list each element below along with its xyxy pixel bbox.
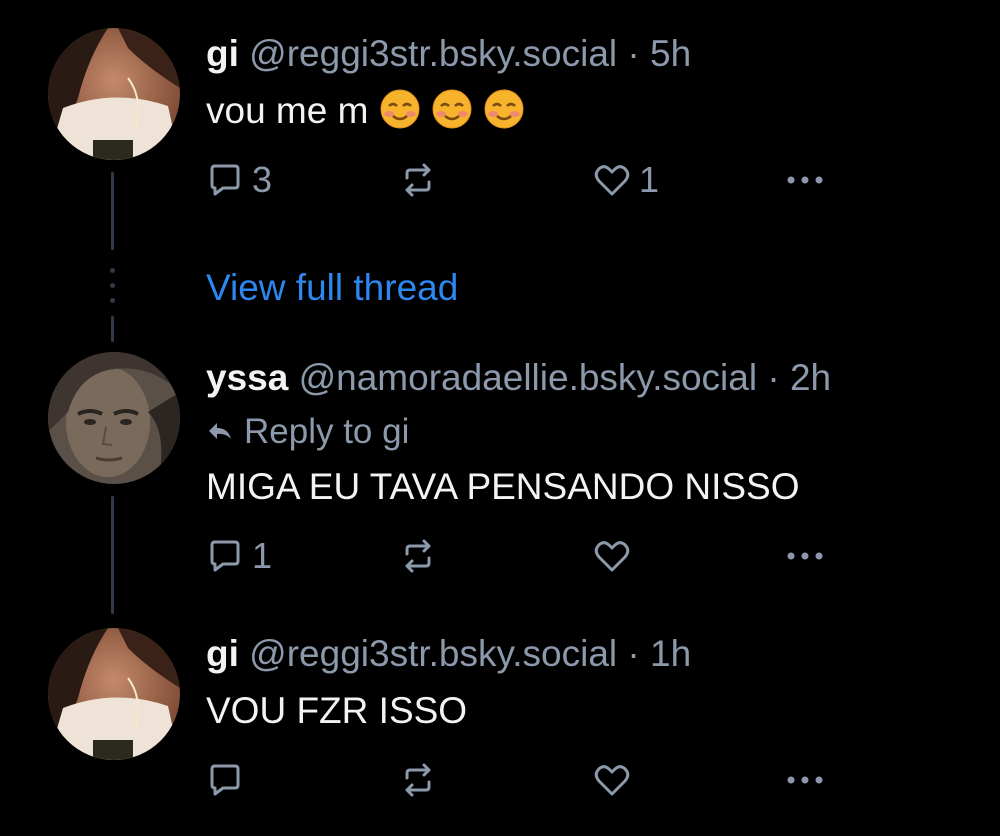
reply-arrow-icon [206, 410, 234, 454]
author-handle[interactable]: @namoradaellie.bsky.social [299, 357, 757, 398]
repost-icon [399, 161, 437, 199]
view-full-thread-link[interactable]: View full thread [206, 266, 458, 310]
post-text: VOU FZR ISSO [206, 690, 468, 731]
avatar[interactable] [48, 352, 180, 484]
more-icon [784, 161, 826, 199]
repost-button[interactable] [399, 534, 445, 578]
post-header: gi @reggi3str.bsky.social · 1h [206, 632, 691, 676]
post-time[interactable]: 5h [650, 33, 691, 74]
author-name[interactable]: yssa [206, 357, 288, 398]
separator: · [627, 633, 640, 674]
reply-button[interactable] [206, 758, 252, 802]
repost-icon [399, 761, 437, 799]
repost-button[interactable] [399, 758, 445, 802]
separator: · [767, 357, 780, 398]
like-count: 1 [639, 159, 660, 200]
reply-icon [206, 161, 244, 199]
post-text-content: vou me m [206, 90, 369, 131]
post-actions: 3 1 [206, 158, 826, 202]
reply-count: 1 [252, 535, 273, 576]
author-handle[interactable]: @reggi3str.bsky.social [249, 33, 617, 74]
more-icon [784, 537, 826, 575]
more-button[interactable] [784, 158, 826, 202]
reply-to-text: Reply to gi [244, 412, 410, 451]
smiling-face-emoji [432, 89, 472, 129]
like-button[interactable]: 1 [593, 158, 659, 202]
avatar[interactable] [48, 28, 180, 160]
thread-line [111, 316, 114, 342]
author-handle[interactable]: @reggi3str.bsky.social [249, 633, 617, 674]
like-button[interactable] [593, 758, 639, 802]
post-time[interactable]: 1h [650, 633, 691, 674]
post-actions: 1 [206, 534, 826, 578]
thread-line [111, 172, 114, 250]
avatar[interactable] [48, 628, 180, 760]
like-icon [593, 161, 631, 199]
post-text: MIGA EU TAVA PENSANDO NISSO [206, 466, 800, 507]
more-button[interactable] [784, 758, 826, 802]
smiling-face-emoji [484, 89, 524, 129]
repost-icon [399, 537, 437, 575]
reply-icon [206, 537, 244, 575]
repost-button[interactable] [399, 158, 445, 202]
post-header: gi @reggi3str.bsky.social · 5h [206, 32, 691, 76]
post-actions [206, 758, 826, 802]
author-name[interactable]: gi [206, 33, 239, 74]
post-time[interactable]: 2h [790, 357, 831, 398]
reply-to-label[interactable]: Reply to gi [206, 410, 409, 454]
like-icon [593, 761, 631, 799]
reply-button[interactable]: 3 [206, 158, 272, 202]
reply-count: 3 [252, 159, 273, 200]
separator: · [627, 33, 640, 74]
post-header: yssa @namoradaellie.bsky.social · 2h [206, 356, 831, 400]
reply-icon [206, 761, 244, 799]
like-icon [593, 537, 631, 575]
author-name[interactable]: gi [206, 633, 239, 674]
reply-button[interactable]: 1 [206, 534, 272, 578]
more-icon [784, 761, 826, 799]
thread-line [111, 496, 114, 614]
smiling-face-emoji [380, 89, 420, 129]
more-button[interactable] [784, 534, 826, 578]
post-text: vou me m [206, 89, 524, 133]
like-button[interactable] [593, 534, 639, 578]
